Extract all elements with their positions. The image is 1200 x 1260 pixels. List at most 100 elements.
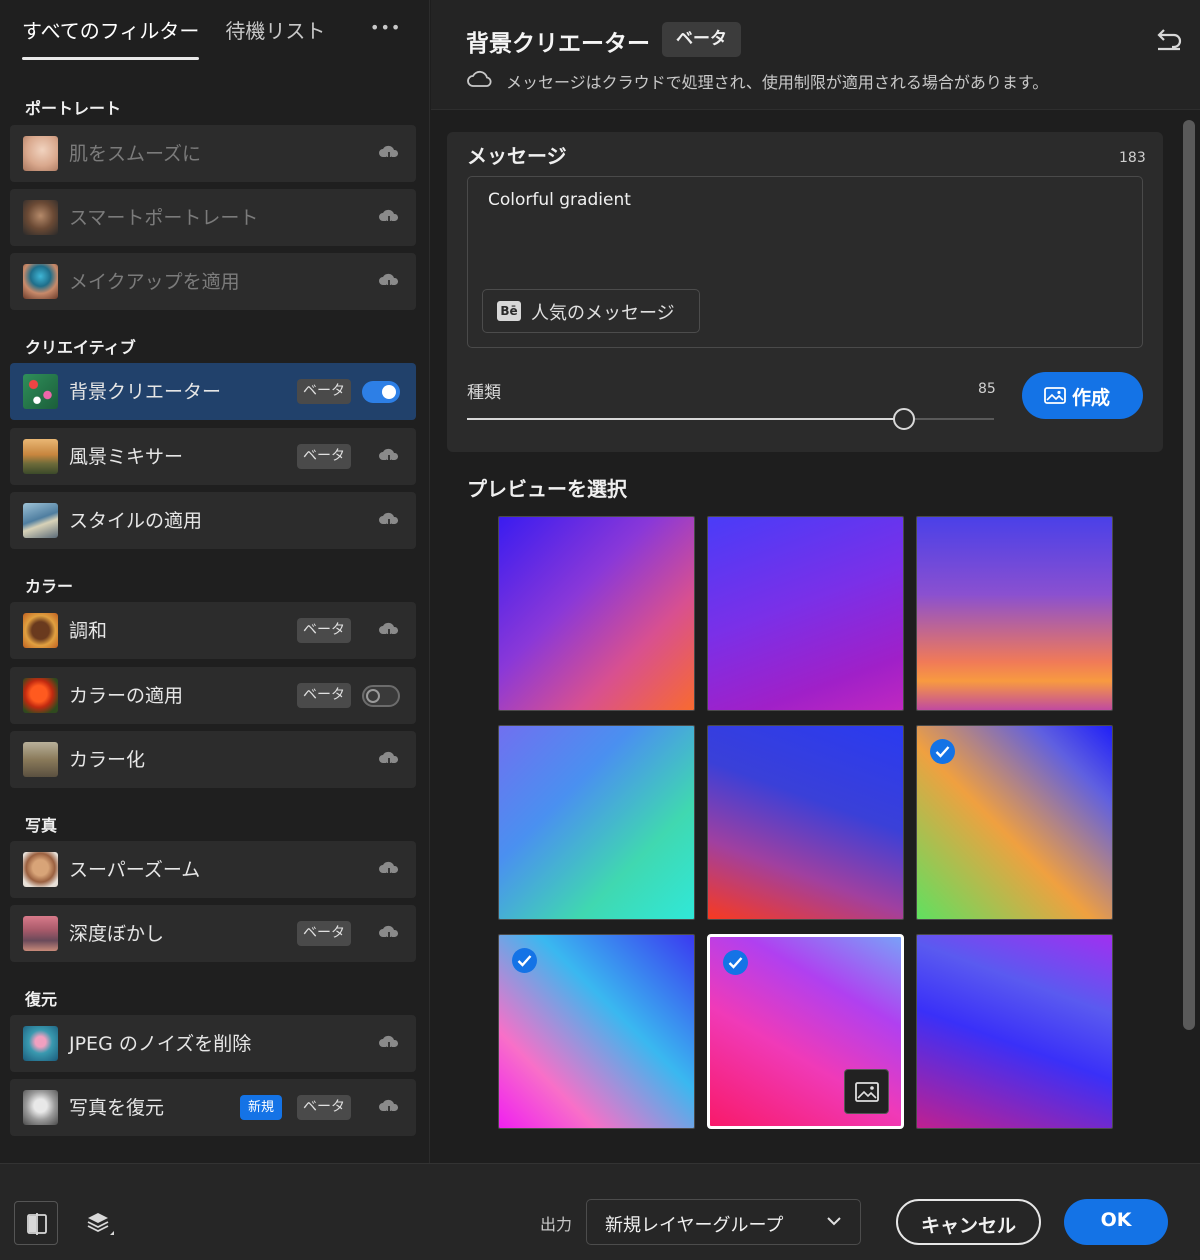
filter-item-style-transfer[interactable]: スタイルの適用 [10, 492, 416, 549]
preview-tile-7[interactable] [498, 934, 695, 1129]
depth-blur-thumbnail [23, 916, 58, 951]
filters-panel: すべてのフィルター 待機リスト ••• ポートレート 肌をスムーズに スマートポ… [0, 0, 430, 1163]
preview-tile-2[interactable] [707, 516, 904, 711]
cloud-download-icon[interactable] [378, 1098, 400, 1116]
filter-label: カラーの適用 [69, 685, 184, 707]
cloud-download-icon[interactable] [378, 924, 400, 942]
filter-item-harmonization[interactable]: 調和 ベータ [10, 602, 416, 659]
image-icon [855, 1082, 879, 1102]
output-dropdown[interactable]: 新規レイヤーグループ [586, 1199, 861, 1245]
prompt-input[interactable]: Colorful gradient Bē 人気のメッセージ [467, 176, 1143, 348]
popular-prompts-label: 人気のメッセージ [531, 303, 675, 324]
filter-item-background-creator[interactable]: 背景クリエーター ベータ [10, 363, 416, 420]
enable-toggle[interactable] [362, 381, 400, 403]
page-title: 背景クリエーター [466, 31, 650, 57]
preview-tile-6[interactable] [916, 725, 1113, 920]
cloud-download-icon[interactable] [378, 1034, 400, 1052]
filter-item-color-transfer[interactable]: カラーの適用 ベータ [10, 667, 416, 724]
preview-tile-4[interactable] [498, 725, 695, 920]
enable-toggle[interactable] [362, 685, 400, 707]
filter-label: 深度ぼかし [69, 923, 165, 945]
filter-item-colorize[interactable]: カラー化 [10, 731, 416, 788]
harmonization-thumbnail [23, 613, 58, 648]
filter-item-smooth-skin[interactable]: 肌をスムーズに [10, 125, 416, 182]
landscape-mixer-thumbnail [23, 439, 58, 474]
tab-waitlist[interactable]: 待機リスト [225, 16, 325, 60]
cloud-icon [467, 70, 492, 87]
style-transfer-thumbnail [23, 503, 58, 538]
filter-label: 背景クリエーター [69, 381, 222, 403]
beta-badge: ベータ [297, 921, 351, 946]
scrollbar[interactable] [1183, 120, 1195, 1030]
makeup-thumbnail [23, 264, 58, 299]
beta-badge: ベータ [297, 618, 351, 643]
jpeg-artifacts-thumbnail [23, 1026, 58, 1061]
reset-icon[interactable] [1155, 27, 1183, 51]
filter-label: 風景ミキサー [69, 446, 184, 468]
prompt-card: メッセージ 183 Colorful gradient Bē 人気のメッセージ … [447, 132, 1163, 452]
cloud-download-icon[interactable] [378, 750, 400, 768]
cloud-download-icon[interactable] [378, 511, 400, 529]
beta-badge: ベータ [662, 22, 741, 57]
smart-portrait-thumbnail [23, 200, 58, 235]
preview-tile-1[interactable] [498, 516, 695, 711]
cloud-download-icon[interactable] [378, 621, 400, 639]
filter-label: スタイルの適用 [69, 510, 203, 532]
behance-icon: Bē [497, 301, 521, 321]
cloud-download-icon[interactable] [378, 144, 400, 162]
filter-label: 調和 [69, 620, 108, 642]
layers-button[interactable] [76, 1201, 120, 1245]
preview-title: プレビューを選択 [467, 477, 627, 501]
variety-value: 85 [978, 381, 996, 397]
colorize-thumbnail [23, 742, 58, 777]
prompt-title: メッセージ [467, 144, 567, 168]
variety-slider[interactable] [467, 408, 994, 430]
filter-settings-panel: 背景クリエーター ベータ メッセージはクラウドで処理され、使用制限が適用される場… [431, 0, 1200, 1163]
filter-item-depth-blur[interactable]: 深度ぼかし ベータ [10, 905, 416, 962]
background-creator-thumbnail [23, 374, 58, 409]
ok-button[interactable]: OK [1064, 1199, 1168, 1245]
variety-label: 種類 [467, 383, 501, 403]
selected-checkmark-icon [930, 739, 955, 764]
tab-all-filters[interactable]: すべてのフィルター [22, 16, 200, 60]
cloud-download-icon[interactable] [378, 447, 400, 465]
filter-item-makeup[interactable]: メイクアップを適用 [10, 253, 416, 310]
preview-tile-5[interactable] [707, 725, 904, 920]
filter-item-super-zoom[interactable]: スーパーズーム [10, 841, 416, 898]
filter-item-landscape-mixer[interactable]: 風景ミキサー ベータ [10, 428, 416, 485]
variety-slider-fill [467, 418, 905, 420]
cloud-download-icon[interactable] [378, 272, 400, 290]
preview-tile-9[interactable] [916, 934, 1113, 1129]
settings-header: 背景クリエーター ベータ メッセージはクラウドで処理され、使用制限が適用される場… [431, 0, 1200, 110]
cloud-download-icon[interactable] [378, 208, 400, 226]
preview-tile-3[interactable] [916, 516, 1113, 711]
popular-prompts-button[interactable]: Bē 人気のメッセージ [482, 289, 700, 333]
panel-tabs: すべてのフィルター 待機リスト [22, 16, 325, 60]
section-title-photo: 写真 [25, 816, 58, 835]
section-title-color: カラー [25, 577, 74, 596]
filter-label: JPEG のノイズを削除 [69, 1033, 252, 1055]
compare-view-button[interactable] [14, 1201, 58, 1245]
beta-badge: ベータ [297, 1095, 351, 1120]
color-transfer-thumbnail [23, 678, 58, 713]
generate-label: 作成 [1072, 387, 1111, 409]
filter-label: スマートポートレート [69, 207, 259, 229]
cloud-info-text: メッセージはクラウドで処理され、使用制限が適用される場合があります。 [506, 73, 1049, 92]
output-label: 出力 [540, 1215, 573, 1234]
beta-badge: ベータ [297, 683, 351, 708]
section-title-creative: クリエイティブ [25, 338, 136, 357]
chevron-down-icon [827, 1217, 841, 1226]
filter-item-photo-restoration[interactable]: 写真を復元 新規 ベータ [10, 1079, 416, 1136]
variety-slider-handle[interactable] [893, 408, 916, 430]
filter-item-smart-portrait[interactable]: スマートポートレート [10, 189, 416, 246]
cloud-download-icon[interactable] [378, 860, 400, 878]
open-image-button[interactable] [844, 1069, 889, 1114]
filter-item-jpeg-artifacts-removal[interactable]: JPEG のノイズを削除 [10, 1015, 416, 1072]
split-view-icon [27, 1213, 47, 1235]
more-options-icon[interactable]: ••• [370, 18, 401, 37]
filter-label: 写真を復元 [69, 1097, 165, 1119]
filter-label: 肌をスムーズに [69, 143, 202, 165]
preview-tile-8[interactable] [707, 934, 904, 1129]
generate-button[interactable]: 作成 [1022, 372, 1143, 419]
cancel-button[interactable]: キャンセル [896, 1199, 1041, 1245]
